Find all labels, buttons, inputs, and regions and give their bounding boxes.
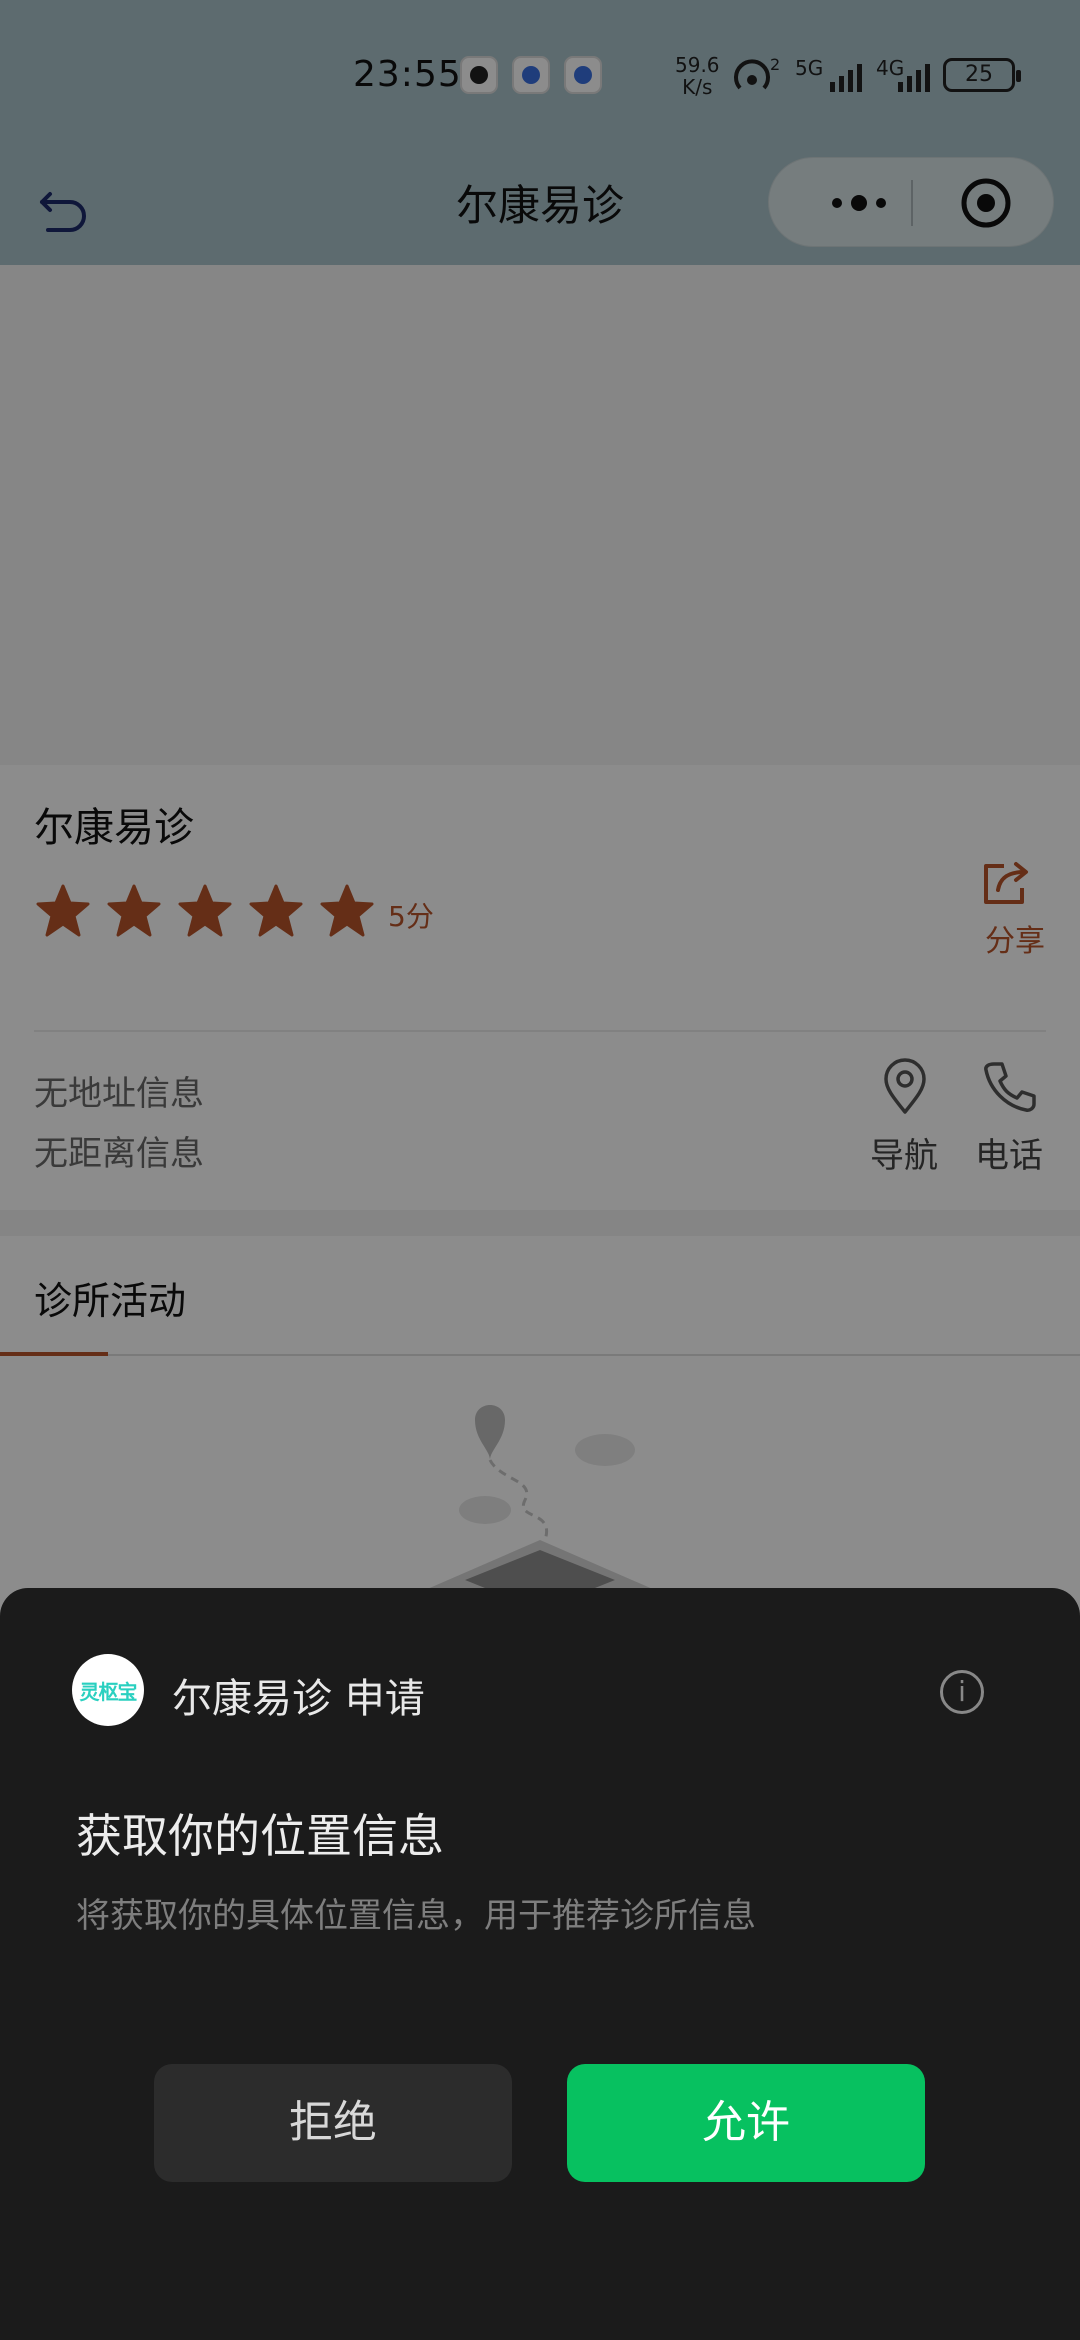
request-app-name: 尔康易诊 申请: [172, 1676, 425, 1722]
reject-button[interactable]: 拒绝: [154, 2064, 512, 2182]
permission-title: 获取你的位置信息: [76, 1809, 444, 1863]
app-logo-text: 灵枢宝: [79, 1680, 138, 1704]
permission-sheet: 灵枢宝 尔康易诊 申请 i 获取你的位置信息 将获取你的具体位置信息，用于推荐诊…: [0, 1588, 1080, 2340]
allow-button[interactable]: 允许: [567, 2064, 925, 2182]
permission-description: 将获取你的具体位置信息，用于推荐诊所信息: [76, 1896, 756, 1936]
info-icon[interactable]: i: [940, 1670, 984, 1714]
app-logo: 灵枢宝: [72, 1654, 144, 1726]
